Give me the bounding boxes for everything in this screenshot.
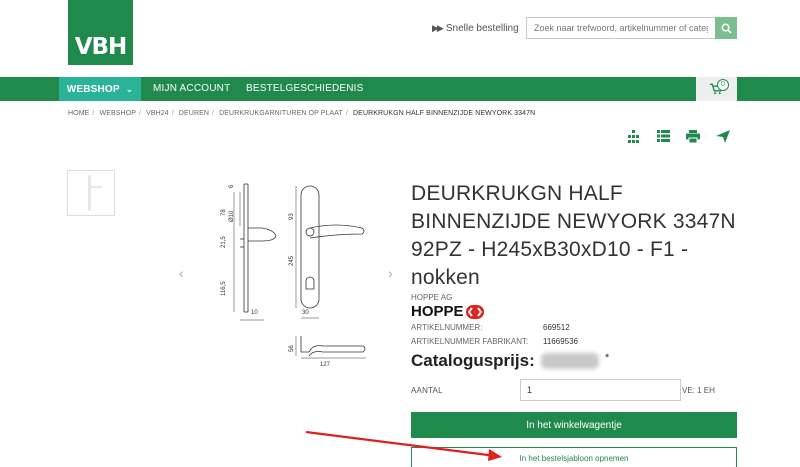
drawing-label-78: 78	[221, 209, 227, 216]
breadcrumb-vbh24[interactable]: VBH24	[146, 110, 169, 117]
product-thumbnail[interactable]	[67, 170, 115, 216]
breadcrumb-deuren[interactable]: DEUREN	[179, 110, 209, 117]
search-bar	[526, 17, 737, 39]
breadcrumb: HOME / WEBSHOP / VBH24/ DEUREN / DEURKRUKGA…	[68, 110, 536, 117]
breadcrumb-current: DEURKRUKGN HALF BINNENZIJDE NEWYORK 3347…	[353, 110, 536, 117]
breadcrumb-category[interactable]: DEURKRUKGARNITUREN OP PLAAT	[219, 110, 343, 117]
main-nav: WEBSHOP ⌄ MIJN ACCOUNT BESTELGESCHIEDENI…	[0, 77, 800, 101]
cart-count-badge: 0	[717, 79, 729, 91]
quick-order-label: Snelle bestelling	[445, 23, 519, 34]
product-tools	[626, 129, 730, 143]
hoppe-logo-text: HOPPE	[411, 303, 464, 320]
nav-webshop[interactable]: WEBSHOP ⌄	[59, 77, 141, 101]
variants-icon	[627, 129, 639, 143]
search-icon	[721, 23, 732, 34]
nav-webshop-label: WEBSHOP	[66, 84, 120, 95]
send-icon	[716, 129, 730, 143]
drawing-label-127: 127	[320, 362, 331, 368]
spec-value: 669512	[543, 323, 570, 332]
product-technical-drawing[interactable]: 6 78 Ø10 21,5 93 245 116,5 10 30 56 127	[196, 176, 386, 371]
drawing-label-21-5: 21,5	[221, 236, 227, 248]
add-to-order-template-button[interactable]: In het bestelsjabloon opnemen	[411, 447, 737, 467]
nav-order-history[interactable]: BESTELGESCHIEDENIS	[246, 77, 364, 101]
breadcrumb-webshop[interactable]: WEBSHOP	[100, 110, 136, 117]
vbh-logo[interactable]: VBH	[68, 0, 133, 65]
thumbnail-image	[88, 175, 102, 211]
price-footnote-star: *	[605, 352, 610, 364]
search-button[interactable]	[715, 17, 737, 39]
list-icon	[656, 130, 670, 142]
hoppe-logo-mark	[465, 304, 484, 319]
quantity-input[interactable]	[520, 379, 681, 401]
search-input[interactable]	[526, 17, 715, 39]
add-to-cart-button[interactable]: In het winkelwagentje	[411, 412, 737, 438]
cart-button[interactable]: 0	[696, 77, 737, 101]
drawing-label-diam10: Ø10	[229, 210, 235, 222]
list-button[interactable]	[656, 129, 670, 143]
nav-my-account[interactable]: MIJN ACCOUNT	[153, 77, 230, 101]
logo-text: VBH	[74, 34, 128, 60]
share-button[interactable]	[716, 129, 730, 143]
spec-label: ARTIKELNUMMER:	[411, 323, 483, 332]
fast-forward-icon: ▶▶	[432, 23, 444, 33]
breadcrumb-home[interactable]: HOME	[68, 110, 89, 117]
drawing-label-56: 56	[289, 345, 295, 352]
price-label: Catalogusprijs:	[411, 351, 535, 370]
drawing-label-116-5: 116,5	[221, 281, 227, 296]
drawing-label-30: 30	[302, 310, 309, 316]
packaging-unit: VE: 1 EH	[682, 386, 715, 395]
gallery-next-icon[interactable]: ›	[388, 265, 393, 281]
drawing-label-10: 10	[251, 310, 258, 316]
drawing-label-6: 6	[229, 184, 235, 188]
variants-button[interactable]	[626, 129, 640, 143]
spec-manufacturer-number: ARTIKELNUMMER FABRIKANT: 11669536	[411, 337, 578, 346]
drawing-label-93: 93	[289, 213, 295, 220]
gallery-prev-icon[interactable]: ‹	[179, 265, 184, 281]
drawing-label-245: 245	[289, 255, 295, 266]
brand-name: HOPPE AG	[411, 293, 453, 302]
quick-order-link[interactable]: ▶▶ Snelle bestelling	[432, 23, 519, 34]
spec-value: 11669536	[543, 337, 578, 346]
print-icon	[686, 129, 700, 143]
page: VBH ▶▶ Snelle bestelling WEBSHOP ⌄ MIJN …	[0, 0, 800, 467]
chevron-down-icon: ⌄	[125, 84, 134, 94]
product-title: DEURKRUKGN HALF BINNENZIJDE NEWYORK 3347…	[411, 182, 736, 289]
hoppe-logo[interactable]: HOPPE	[411, 303, 484, 320]
price-value-blurred	[541, 353, 599, 369]
print-button[interactable]	[686, 129, 700, 143]
quantity-label: AANTAL	[411, 386, 443, 395]
spec-article-number: ARTIKELNUMMER: 669512	[411, 323, 570, 332]
spec-label: ARTIKELNUMMER FABRIKANT:	[411, 337, 529, 346]
